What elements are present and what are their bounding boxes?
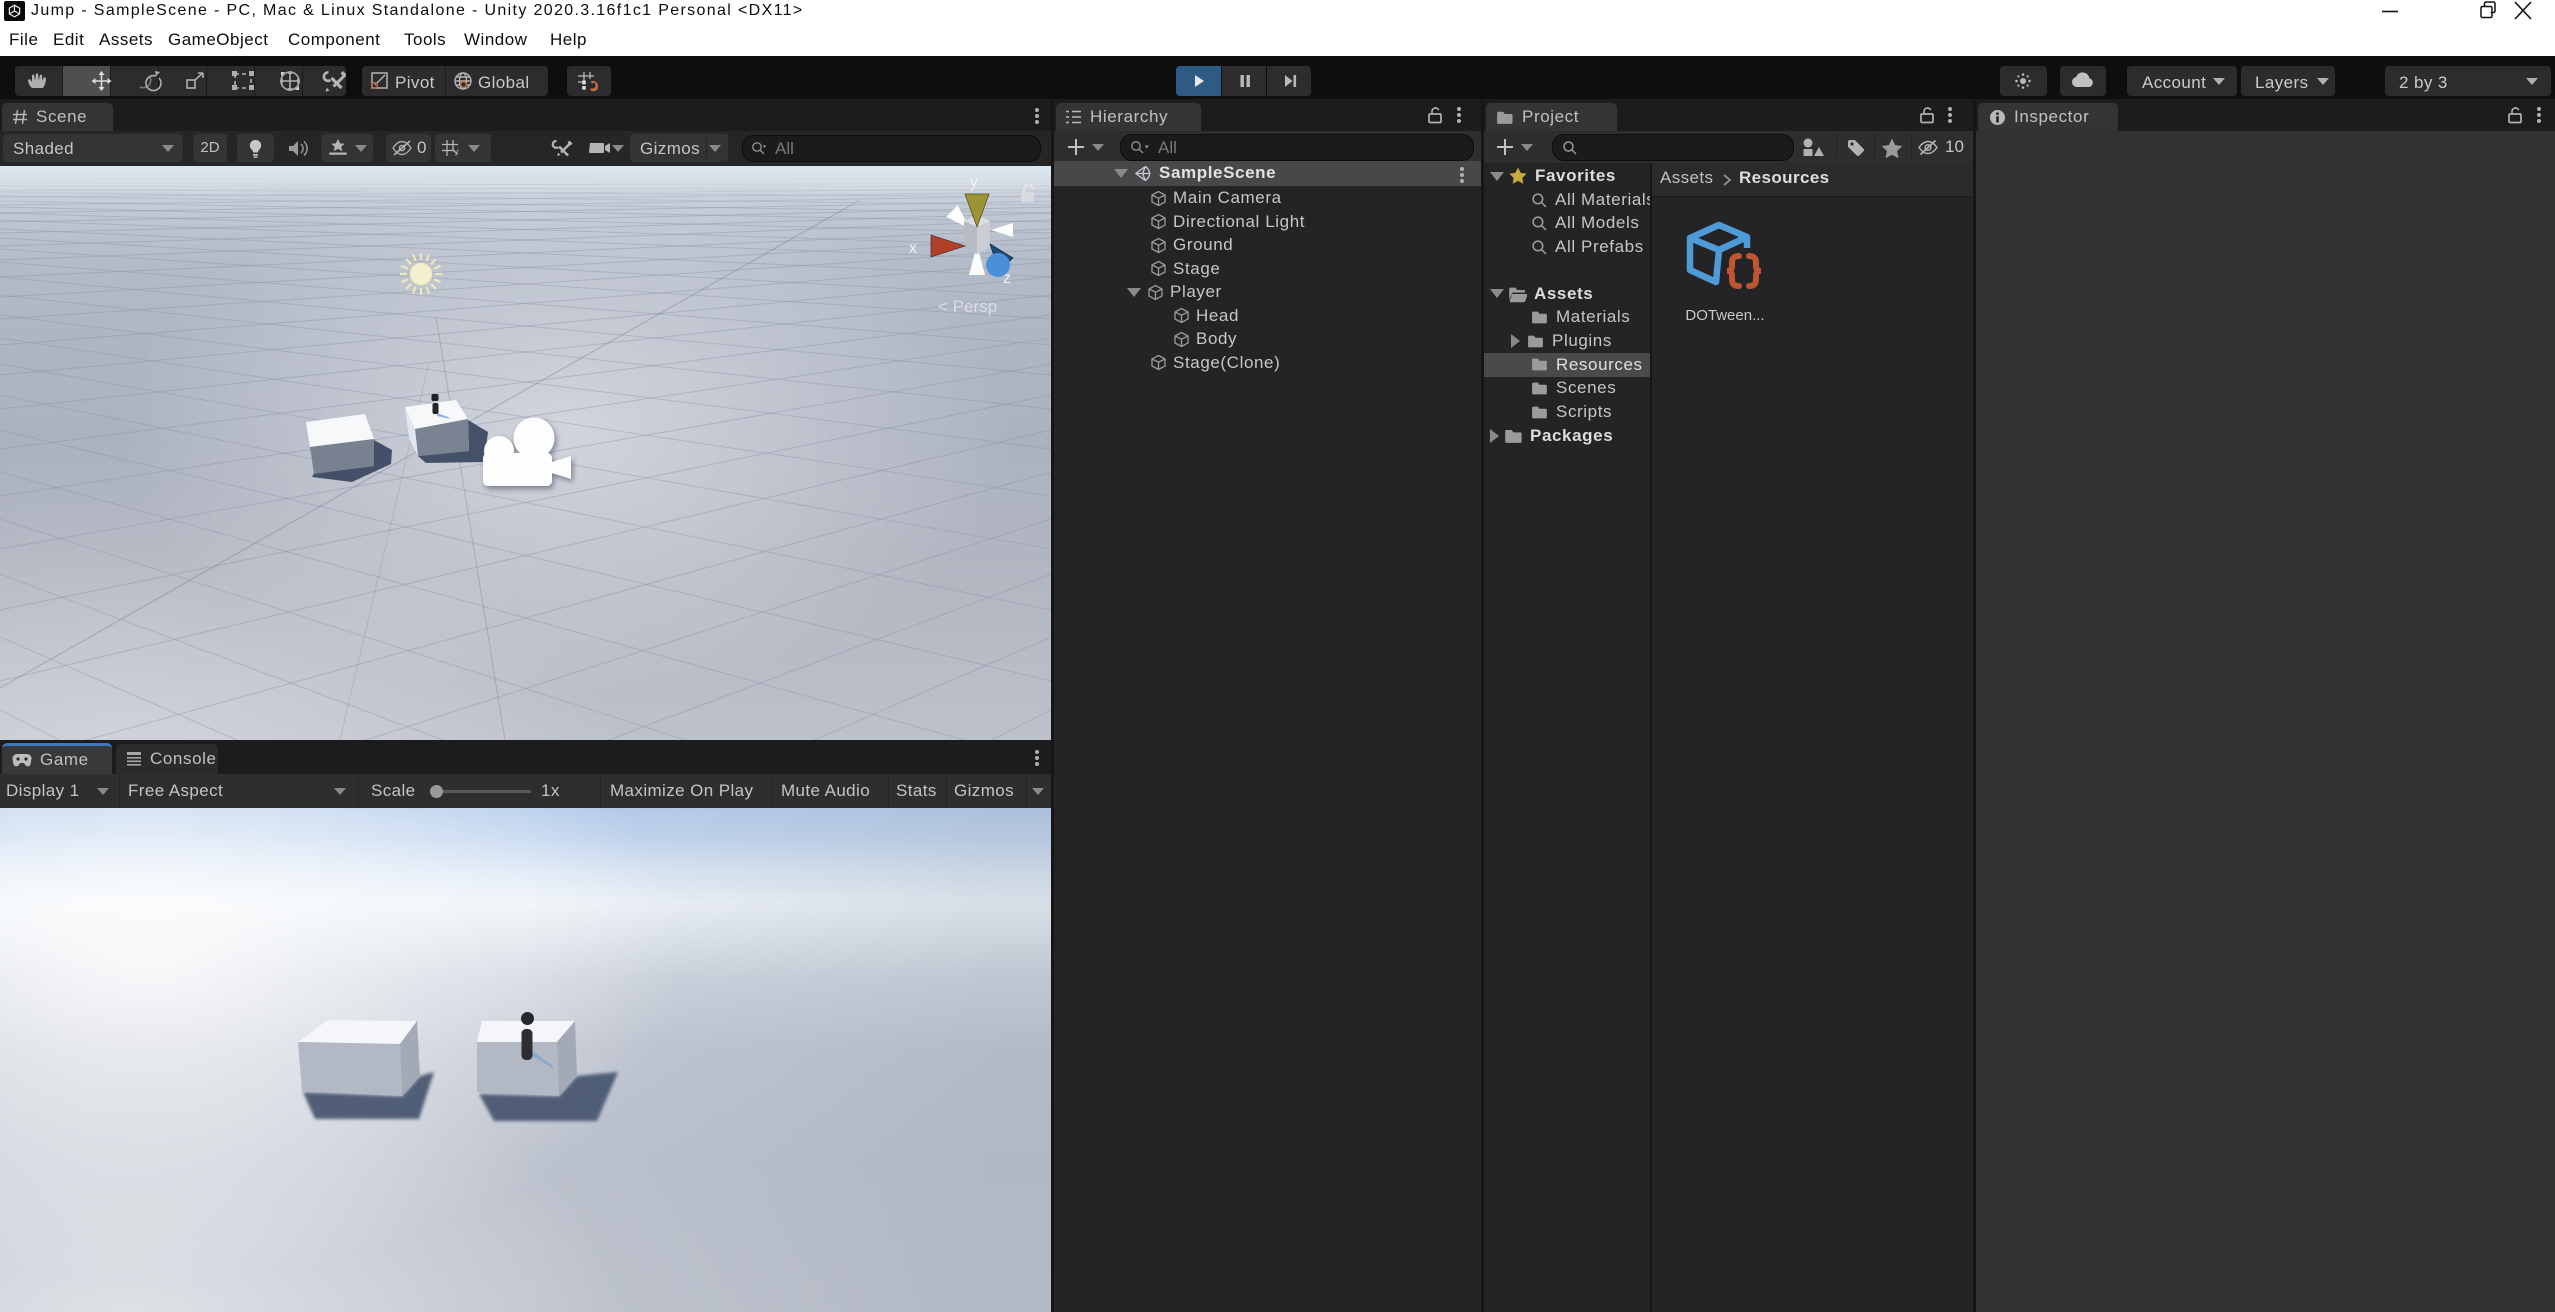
svg-text:x: x: [909, 240, 917, 257]
svg-text:y: y: [970, 174, 978, 191]
svg-text:Y: Y: [453, 148, 459, 157]
svg-text:< Persp: < Persp: [938, 297, 997, 316]
